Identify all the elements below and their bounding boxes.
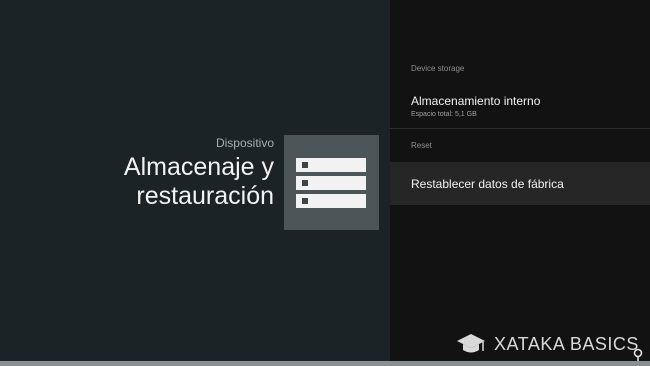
list-item-title: Restablecer datos de fábrica <box>411 177 564 191</box>
section-header-device-storage: Device storage <box>411 64 465 73</box>
section-header-reset: Reset <box>411 141 432 150</box>
list-item-title: Almacenamiento interno <box>411 94 541 108</box>
list-item-internal-storage[interactable]: Almacenamiento interno Espacio total: 5,… <box>390 88 650 124</box>
storage-tile <box>284 135 379 230</box>
divider <box>390 128 650 129</box>
list-item-factory-reset[interactable]: Restablecer datos de fábrica <box>390 162 650 205</box>
page-title: Almacenaje y restauración <box>123 153 274 210</box>
category-label: Dispositivo <box>215 136 274 150</box>
watermark: XATAKA BASICS <box>456 331 639 357</box>
list-item-subtitle: Espacio total: 5,1 GB <box>411 111 477 118</box>
graduation-cap-icon <box>457 334 485 353</box>
storage-icon <box>296 158 366 208</box>
watermark-text: XATAKA BASICS <box>494 333 639 354</box>
bottom-bar <box>0 361 650 366</box>
